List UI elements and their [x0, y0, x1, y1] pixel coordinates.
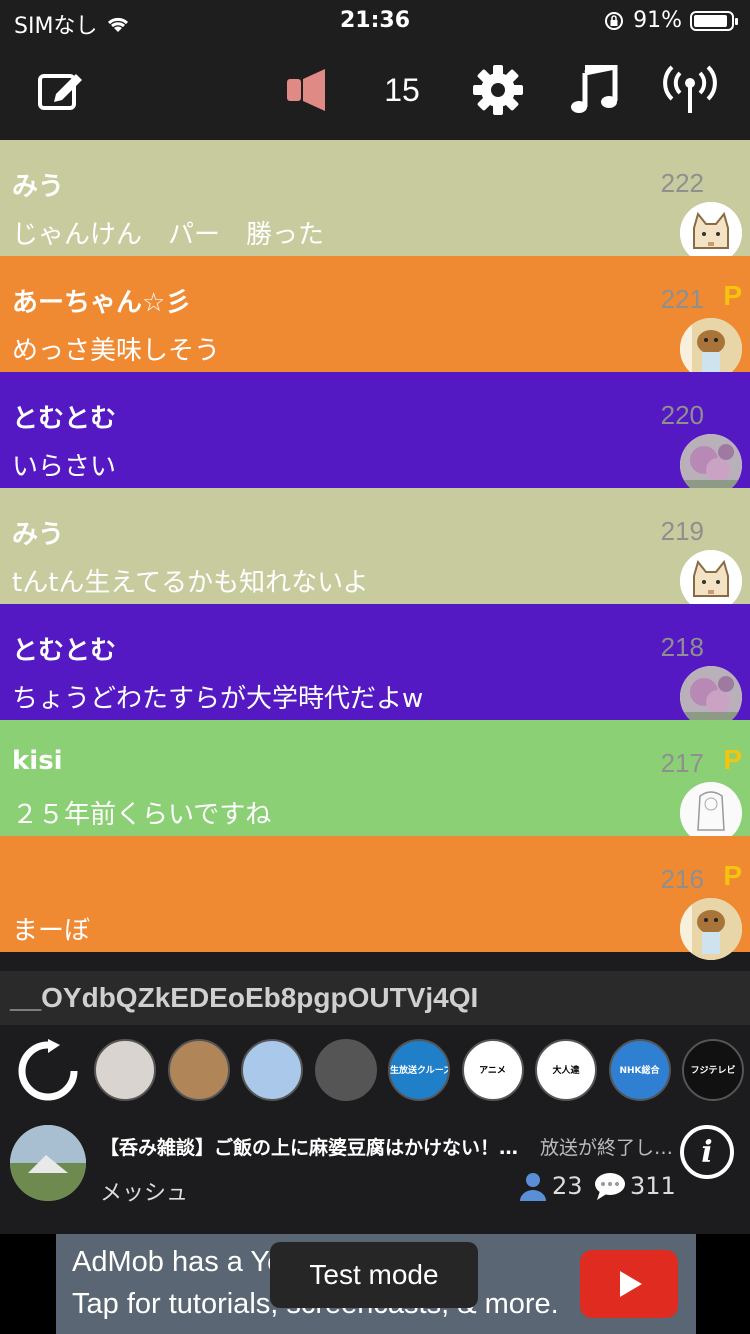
comment-number: 222 — [660, 168, 704, 198]
channel-otona-icon[interactable]: 大人達 — [535, 1039, 597, 1101]
comment-row[interactable]: みう じゃんけん パー 勝った 222 — [0, 140, 750, 264]
premium-badge: P — [723, 744, 742, 775]
comment-author: とむとむ — [12, 636, 117, 666]
rotation-lock-icon — [605, 11, 624, 30]
channel-label: 大人達 — [552, 1066, 580, 1076]
stream-title[interactable]: 【呑み雑談】ご飯の上に麻婆豆腐はかけない！(… — [100, 1133, 520, 1160]
comment-text: めっさ美味しそう — [12, 336, 221, 366]
refresh-icon — [18, 1039, 78, 1101]
channel-fuji-icon[interactable]: フジテレビ — [682, 1039, 744, 1101]
broadcast-button[interactable] — [660, 64, 720, 116]
battery-icon — [690, 10, 738, 31]
channel-nhk-icon[interactable]: NHK総合 — [608, 1039, 671, 1101]
comment-text: tんtん生えてるかも知れないよ — [12, 568, 369, 598]
comment-count: 311 — [594, 1171, 676, 1201]
user-avatar[interactable] — [680, 550, 742, 612]
viewer-count: 23 — [518, 1171, 583, 1201]
bottom-panel: 生放送クルーズ アニメ 大人達 NHK総合 フジテレビ 【呑み雑談】ご飯の上に麻婆豆腐は… — [0, 1025, 750, 1234]
comment-number: 218 — [660, 632, 704, 662]
cat-icon — [680, 202, 742, 264]
cat-icon — [680, 550, 742, 612]
viewer-count-value: 23 — [552, 1172, 583, 1200]
settings-button[interactable] — [470, 64, 526, 116]
comment-number: 217 — [660, 748, 704, 778]
refresh-button[interactable] — [16, 1039, 80, 1103]
comment-number: 220 — [660, 400, 704, 430]
stream-status: 放送が終了し… — [540, 1137, 674, 1159]
youtube-play-button[interactable] — [580, 1250, 678, 1318]
comment-text: まーぼ — [12, 916, 91, 946]
speaker-icon — [287, 69, 325, 111]
comment-author: kisi — [12, 746, 63, 776]
comment-text: じゃんけん パー 勝った — [12, 220, 325, 250]
comment-author: あーちゃん☆彡 — [12, 288, 192, 318]
user-avatar[interactable] — [680, 318, 742, 380]
channel-id-label: __OYdbQZkEDEoEb8pgpOUTVj4QI — [0, 971, 750, 1025]
user-avatar[interactable] — [680, 782, 742, 844]
comment-row[interactable]: とむとむ ちょうどわたすらが大学時代だよw 218 — [0, 604, 750, 728]
channel-mask-icon[interactable] — [94, 1039, 156, 1101]
sketch-icon — [680, 782, 742, 844]
channel-label: 生放送クルーズ — [390, 1066, 448, 1076]
user-avatar[interactable] — [680, 434, 742, 496]
comment-row[interactable]: みう tんtん生えてるかも知れないよ 219 — [0, 488, 750, 612]
comment-number: 219 — [660, 516, 704, 546]
chipmunk-icon — [680, 898, 742, 960]
comment-list[interactable]: みう じゃんけん パー 勝った 222 あーちゃん☆彡 めっさ美味しそう 221… — [0, 140, 750, 971]
music-button[interactable] — [566, 64, 622, 116]
premium-badge: P — [723, 860, 742, 891]
play-icon — [620, 1271, 642, 1297]
comment-row[interactable]: とむとむ いらさい 220 — [0, 372, 750, 496]
user-avatar[interactable] — [680, 202, 742, 264]
channel-label: NHK総合 — [619, 1066, 660, 1076]
channel-label: フジテレビ — [690, 1066, 736, 1076]
comment-row[interactable]: kisi ２５年前くらいですね 217 P — [0, 720, 750, 844]
channel-anime-icon[interactable] — [241, 1039, 303, 1101]
ad-headline: AdMob has a Yo — [72, 1246, 284, 1278]
comment-row[interactable]: あーちゃん☆彡 めっさ美味しそう 221 P — [0, 256, 750, 380]
compose-button[interactable] — [34, 64, 86, 116]
info-button[interactable]: i — [680, 1125, 734, 1179]
comment-text: ちょうどわたすらが大学時代だよw — [12, 684, 424, 714]
flower-icon — [680, 434, 742, 496]
stream-thumbnail[interactable] — [10, 1125, 86, 1201]
comment-number: 221 — [660, 284, 704, 314]
comment-number: 216 — [660, 864, 704, 894]
comment-text: ２５年前くらいですね — [12, 800, 272, 830]
test-mode-toast: Test mode — [270, 1242, 478, 1308]
stream-owner: メッシュ — [100, 1181, 189, 1206]
info-icon: i — [701, 1134, 713, 1170]
comment-author: みう — [12, 520, 65, 550]
comment-author: みう — [12, 172, 65, 202]
gear-icon — [473, 65, 523, 115]
channel-woman-icon[interactable] — [167, 1039, 230, 1101]
flower-icon — [680, 666, 742, 728]
person-icon — [520, 1173, 546, 1201]
channel-n-anime-icon[interactable]: アニメ — [461, 1039, 524, 1101]
music-note-icon — [571, 65, 618, 113]
channel-masked-girl-icon[interactable] — [314, 1039, 377, 1101]
comment-text: いらさい — [12, 452, 117, 482]
ad-area: AdMob has a Yo Tap for tutorials, screen… — [0, 1234, 750, 1334]
broadcast-icon — [663, 65, 717, 113]
volume-count: 15 — [384, 71, 420, 108]
status-bar: SIMなし 21:36 91% — [0, 0, 750, 40]
battery-percent: 91% — [633, 8, 682, 33]
toolbar: 15 — [0, 40, 750, 140]
volume-button[interactable] — [280, 64, 332, 116]
channel-label: アニメ — [479, 1066, 506, 1076]
user-avatar[interactable] — [680, 666, 742, 728]
premium-badge: P — [723, 280, 742, 311]
comment-row[interactable]: まーぼ 216 P — [0, 836, 750, 960]
channel-cruise-icon[interactable]: 生放送クルーズ — [388, 1039, 450, 1101]
compose-icon — [38, 74, 82, 110]
comment-count-value: 311 — [630, 1172, 676, 1200]
user-avatar[interactable] — [680, 898, 742, 960]
speech-bubble-icon — [595, 1173, 625, 1200]
chipmunk-icon — [680, 318, 742, 380]
comment-author: とむとむ — [12, 404, 117, 434]
